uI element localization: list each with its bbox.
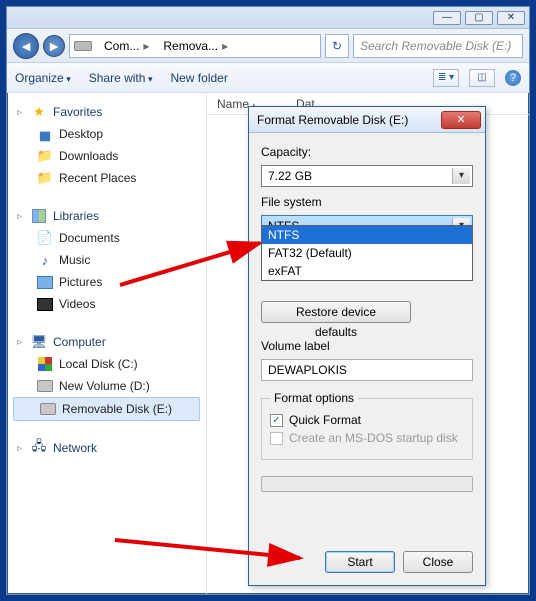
sidebar-item-recent[interactable]: 📁Recent Places	[11, 167, 202, 189]
dialog-titlebar: Format Removable Disk (E:) ✕	[249, 107, 485, 133]
format-dialog: Format Removable Disk (E:) ✕ Capacity: 7…	[248, 106, 486, 586]
favorites-group: ★Favorites ▅Desktop 📁Downloads 📁Recent P…	[11, 101, 202, 189]
dialog-footer: Start Close	[249, 541, 485, 585]
progress-bar	[261, 476, 473, 492]
preview-pane-button[interactable]: ◫	[469, 69, 495, 87]
fs-option-fat32[interactable]: FAT32 (Default)	[262, 244, 472, 262]
msdos-checkbox	[270, 432, 283, 445]
help-icon[interactable]: ?	[505, 70, 521, 86]
dialog-title: Format Removable Disk (E:)	[257, 113, 408, 127]
format-options-group: Format options ✓ Quick Format Create an …	[261, 391, 473, 460]
libraries-group: Libraries 📄Documents Music Pictures Vide…	[11, 205, 202, 315]
breadcrumb-seg-drive[interactable]: Remova...	[157, 36, 234, 56]
restore-defaults-button[interactable]: Restore device defaults	[261, 301, 411, 323]
sidebar-item-local-c[interactable]: Local Disk (C:)	[11, 353, 202, 375]
volume-label-label: Volume label	[261, 339, 473, 353]
fs-option-exfat[interactable]: exFAT	[262, 262, 472, 280]
navigation-pane: ★Favorites ▅Desktop 📁Downloads 📁Recent P…	[7, 93, 207, 594]
filesystem-dropdown: NTFS FAT32 (Default) exFAT	[261, 225, 473, 281]
quick-format-checkbox[interactable]: ✓	[270, 414, 283, 427]
search-input[interactable]: Search Removable Disk (E:)	[353, 34, 523, 58]
network-group: Network	[11, 437, 202, 459]
breadcrumb-seg-computer[interactable]: Com...	[98, 36, 155, 56]
share-menu[interactable]: Share with	[89, 71, 153, 85]
filesystem-label: File system	[261, 195, 473, 209]
sidebar-computer[interactable]: 🖥Computer	[11, 331, 202, 353]
toolbar: Organize Share with New folder ≣ ▾ ◫ ?	[7, 63, 529, 93]
sidebar-item-pictures[interactable]: Pictures	[11, 271, 202, 293]
capacity-combo[interactable]: 7.22 GB	[261, 165, 473, 187]
sidebar-item-desktop[interactable]: ▅Desktop	[11, 123, 202, 145]
computer-group: 🖥Computer Local Disk (C:) New Volume (D:…	[11, 331, 202, 421]
dialog-body: Capacity: 7.22 GB File system NTFS NTFS …	[249, 133, 485, 541]
sidebar-item-music[interactable]: Music	[11, 249, 202, 271]
window-titlebar: — ▢ ✕	[7, 7, 529, 29]
sidebar-item-volume-d[interactable]: New Volume (D:)	[11, 375, 202, 397]
sidebar-item-videos[interactable]: Videos	[11, 293, 202, 315]
fs-option-ntfs[interactable]: NTFS	[262, 226, 472, 244]
close-button[interactable]: ✕	[497, 11, 525, 25]
organize-menu[interactable]: Organize	[15, 71, 71, 85]
sidebar-item-documents[interactable]: 📄Documents	[11, 227, 202, 249]
sidebar-item-downloads[interactable]: 📁Downloads	[11, 145, 202, 167]
dialog-close-button[interactable]: ✕	[441, 111, 481, 129]
breadcrumb[interactable]: Com... Remova...	[69, 34, 321, 58]
back-button[interactable]: ◄	[13, 33, 39, 59]
refresh-button[interactable]: ↻	[325, 34, 349, 58]
quick-format-row[interactable]: ✓ Quick Format	[270, 413, 464, 427]
msdos-row: Create an MS-DOS startup disk	[270, 431, 464, 445]
forward-button[interactable]: ►	[43, 35, 65, 57]
minimize-button[interactable]: —	[433, 11, 461, 25]
new-folder-button[interactable]: New folder	[170, 71, 227, 85]
address-bar: ◄ ► Com... Remova... ↻ Search Removable …	[7, 29, 529, 63]
sidebar-favorites[interactable]: ★Favorites	[11, 101, 202, 123]
volume-label-input[interactable]: DEWAPLOKIS	[261, 359, 473, 381]
maximize-button[interactable]: ▢	[465, 11, 493, 25]
drive-icon	[74, 41, 92, 51]
sidebar-item-removable-e[interactable]: Removable Disk (E:)	[13, 397, 200, 421]
capacity-label: Capacity:	[261, 145, 473, 159]
close-dialog-button[interactable]: Close	[403, 551, 473, 573]
sidebar-libraries[interactable]: Libraries	[11, 205, 202, 227]
sidebar-network[interactable]: Network	[11, 437, 202, 459]
start-button[interactable]: Start	[325, 551, 395, 573]
format-options-label: Format options	[270, 391, 358, 405]
view-options-button[interactable]: ≣ ▾	[433, 69, 459, 87]
